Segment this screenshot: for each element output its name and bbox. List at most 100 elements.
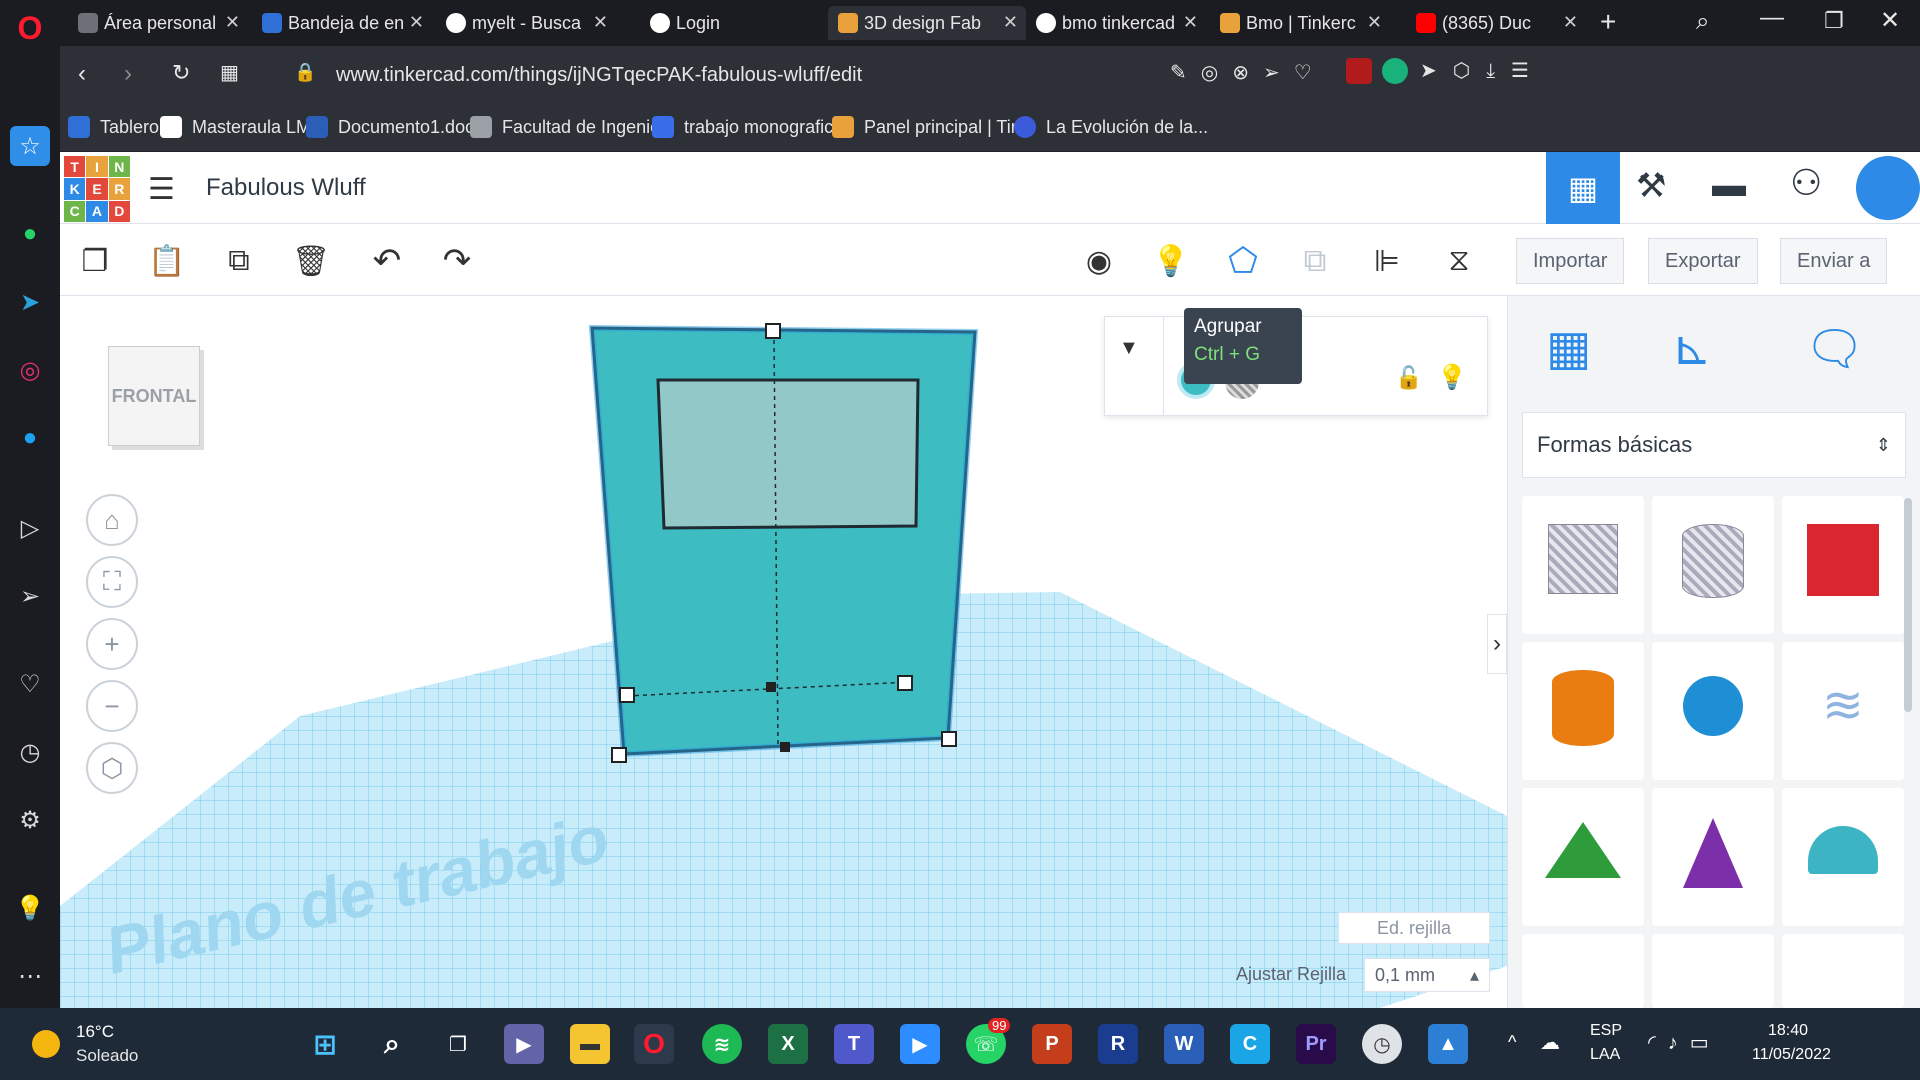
powerpoint-icon[interactable]: P (1032, 1024, 1072, 1064)
search-tabs-icon[interactable]: ⌕ (1696, 8, 1709, 36)
shape-cone[interactable] (1652, 788, 1774, 926)
import-button[interactable]: Importar (1516, 238, 1625, 284)
paste-icon[interactable]: 📋 (142, 236, 192, 286)
teams-icon[interactable]: T (834, 1024, 874, 1064)
lock-icon[interactable]: 🔓 (1395, 365, 1422, 391)
shape-cell-partial[interactable] (1782, 934, 1904, 1008)
bookmark-item[interactable]: La Evolución de la... (1014, 116, 1208, 138)
center-handle[interactable] (780, 742, 790, 752)
ruler-tool-icon[interactable]: ⊾ (1672, 320, 1712, 376)
view-cube[interactable]: FRONTAL (108, 346, 200, 446)
tabs-grid-icon[interactable]: ▦ (220, 60, 239, 85)
browser-tab[interactable]: Bandeja de en ✕ (252, 6, 432, 40)
send-icon[interactable]: ➢ (10, 576, 50, 616)
notes-tool-icon[interactable]: 🗨 (1804, 320, 1865, 377)
align-icon[interactable]: ⊫ (1362, 236, 1412, 286)
sun-icon[interactable] (32, 1030, 60, 1058)
shape-cell-partial[interactable] (1652, 934, 1774, 1008)
browser-tab[interactable]: myelt - Busca ✕ (436, 6, 616, 40)
zoom-out-icon[interactable]: − (86, 680, 138, 732)
bookmark-item[interactable]: Documento1.docx (306, 116, 483, 138)
bookmark-item[interactable]: Panel principal | Tin... (832, 116, 1036, 138)
word-taskbar-icon[interactable]: W (1164, 1024, 1204, 1064)
shape-box-hole[interactable] (1522, 496, 1644, 634)
mirror-icon[interactable]: ⧖ (1434, 236, 1484, 286)
cloud-icon[interactable]: ☁ (1540, 1030, 1560, 1055)
close-icon[interactable]: ✕ (225, 12, 240, 33)
telegram-icon[interactable]: ➤ (10, 282, 50, 322)
delete-icon[interactable]: 🗑 (286, 236, 336, 286)
keyboard-layout[interactable]: LAA (1590, 1046, 1620, 1064)
edit-grid-button[interactable]: Ed. rejilla (1338, 912, 1490, 944)
close-icon[interactable]: ✕ (1563, 12, 1578, 33)
center-handle[interactable] (766, 682, 776, 692)
bookmark-item[interactable]: trabajo monografic... (652, 116, 848, 138)
chat-icon[interactable]: ▶ (504, 1024, 544, 1064)
player-icon[interactable]: ▷ (10, 508, 50, 548)
ublock-icon[interactable] (1346, 58, 1372, 84)
history-icon[interactable]: ◷ (10, 732, 50, 772)
search-icon[interactable]: ⌕ (372, 1024, 412, 1064)
shape-box[interactable] (1782, 496, 1904, 634)
speed-dial-icon[interactable]: ☆ (10, 126, 50, 166)
ortho-view-icon[interactable]: ⬡ (86, 742, 138, 794)
restore-icon[interactable]: ❐ (1824, 8, 1844, 34)
group-icon[interactable]: ⬠ (1218, 236, 1268, 286)
file-explorer-icon[interactable]: ▬ (570, 1024, 610, 1064)
design-list-icon[interactable]: ☰ (148, 172, 175, 207)
instagram-icon[interactable]: ◎ (10, 350, 50, 390)
undo-icon[interactable]: ↶ (362, 236, 412, 286)
close-icon[interactable]: ✕ (1367, 12, 1382, 33)
premiere-icon[interactable]: Pr (1296, 1024, 1336, 1064)
back-icon[interactable]: ‹ (78, 60, 86, 88)
shape-cylinder[interactable] (1522, 642, 1644, 780)
clock-date[interactable]: 11/05/2022 (1752, 1046, 1831, 1064)
workplane-canvas[interactable]: FRONTAL ⌂ ⛶ + − ⬡ Plano de trabajo ▼ 🔓 💡… (60, 296, 1507, 1008)
browser-tab-active[interactable]: 3D design Fab ✕ (828, 6, 1026, 40)
browser-tab[interactable]: (8365) Duc ✕ (1406, 6, 1586, 40)
twitter-icon[interactable]: ● (10, 418, 50, 458)
scrollbar[interactable] (1904, 498, 1912, 712)
bricks-button[interactable]: ▬ (1712, 166, 1746, 205)
bookmark-item[interactable]: Masteraula LMS (160, 116, 323, 138)
fit-view-icon[interactable]: ⛶ (86, 556, 138, 608)
close-icon[interactable]: ✕ (1003, 12, 1018, 33)
design-title[interactable]: Fabulous Wluff (206, 174, 366, 202)
browser-tab[interactable]: Bmo | Tinkerc ✕ (1210, 6, 1390, 40)
photos-icon[interactable]: ▲ (1428, 1024, 1468, 1064)
copy-icon[interactable]: ❐ (70, 236, 120, 286)
codeblocks-button[interactable]: ⚒ (1636, 166, 1666, 206)
spotify-icon[interactable]: ≋ (702, 1024, 742, 1064)
opera-logo-icon[interactable]: O (10, 8, 50, 48)
tinkercad-logo[interactable]: T I N K E R C A D (64, 156, 130, 222)
shape-round-roof[interactable] (1782, 788, 1904, 926)
more-icon[interactable]: ⋯ (10, 956, 50, 996)
url-field[interactable]: www.tinkercad.com/things/ijNGTqecPAK-fab… (336, 64, 862, 87)
shape-cylinder-hole[interactable] (1652, 496, 1774, 634)
show-all-icon[interactable]: ◉ (1074, 236, 1124, 286)
shape-roof[interactable] (1522, 788, 1644, 926)
workplane-tool-icon[interactable]: ▦ (1546, 320, 1591, 376)
language-indicator[interactable]: ESP (1590, 1022, 1622, 1040)
send-to-button[interactable]: Enviar a (1780, 238, 1888, 284)
browser-tab[interactable]: Área personal ✕ (68, 6, 248, 40)
bookmark-item[interactable]: Tablero (68, 116, 159, 138)
heart-icon[interactable]: ♡ (10, 664, 50, 704)
system-tray-icons[interactable]: ◜♪▭ (1648, 1030, 1721, 1055)
browser-tab[interactable]: bmo tinkercad ✕ (1026, 6, 1206, 40)
opera-taskbar-icon[interactable]: O (634, 1024, 674, 1064)
invite-user-button[interactable]: ⚇ (1790, 162, 1822, 204)
windows-start-icon[interactable]: ⊞ (305, 1024, 345, 1064)
extension-icons[interactable]: ➤⬡⤓☰ (1420, 58, 1545, 83)
home-view-icon[interactable]: ⌂ (86, 494, 138, 546)
snap-grid-select[interactable]: 0,1 mm ▴ (1364, 958, 1490, 992)
zoom-in-icon[interactable]: + (86, 618, 138, 670)
resize-handle[interactable] (941, 731, 957, 747)
notes-light-icon[interactable]: 💡 (1146, 236, 1196, 286)
new-tab-icon[interactable]: + (1600, 6, 1616, 38)
3d-view-button[interactable]: ▦ (1546, 152, 1620, 224)
avatar[interactable] (1856, 156, 1920, 220)
redo-icon[interactable]: ↷ (432, 236, 482, 286)
minimize-icon[interactable]: — (1760, 4, 1784, 32)
shape-cell-partial[interactable] (1522, 934, 1644, 1008)
